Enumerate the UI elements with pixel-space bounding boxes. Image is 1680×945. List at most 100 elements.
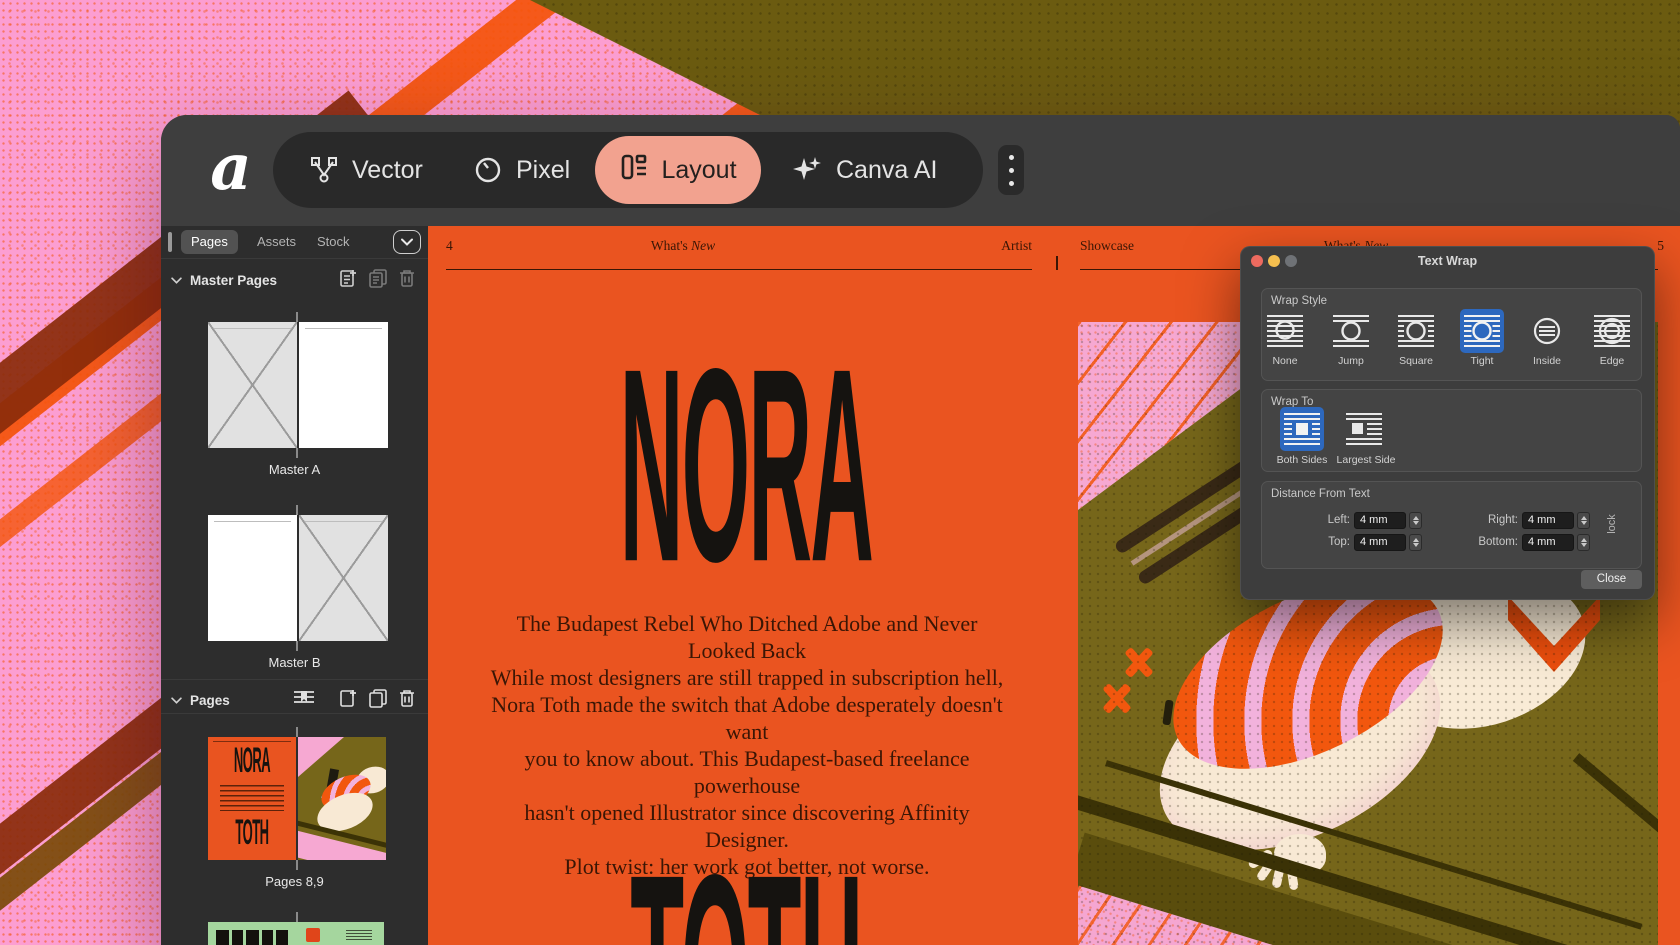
wrap-to-label: Largest Side — [1330, 454, 1402, 466]
group-label: Wrap Style — [1271, 295, 1327, 307]
persona-label: Layout — [661, 156, 736, 185]
wrap-style-square[interactable] — [1394, 309, 1438, 353]
distance-right-input[interactable]: 4 mm — [1522, 512, 1574, 529]
close-button[interactable]: Close — [1581, 570, 1642, 589]
divider — [161, 679, 428, 680]
add-page-icon[interactable] — [339, 268, 358, 288]
thumb-title-bottom: TOTH — [230, 812, 274, 854]
pixel-circle-icon — [473, 155, 503, 185]
lock-label: lock — [1606, 504, 1618, 544]
wrap-style-label: Jump — [1319, 355, 1383, 367]
chevron-down-icon — [171, 277, 182, 284]
master-page-right — [299, 515, 388, 641]
screenshot-stage: a Vector Pixel — [0, 0, 1680, 945]
distance-left-input[interactable]: 4 mm — [1354, 512, 1406, 529]
thumb-title-top: NORA — [230, 740, 274, 782]
distance-bottom-stepper[interactable] — [1577, 534, 1590, 551]
wrap-style-label: Square — [1384, 355, 1448, 367]
running-head-showcase: Showcase — [1080, 238, 1134, 254]
wrap-style-label: Inside — [1515, 355, 1579, 367]
master-b-thumbnail[interactable] — [208, 515, 388, 641]
distance-top-stepper[interactable] — [1409, 534, 1422, 551]
thumbnail-right-page — [298, 737, 386, 860]
duplicate-page-icon[interactable] — [368, 688, 388, 708]
master-b-label: Master B — [161, 655, 428, 670]
gutter-tick — [1056, 256, 1058, 270]
master-a-label: Master A — [161, 462, 428, 477]
distance-right-stepper[interactable] — [1577, 512, 1590, 529]
persona-label: Vector — [352, 156, 423, 185]
add-page-icon[interactable] — [339, 688, 358, 708]
running-head-artist: Artist — [882, 238, 1032, 254]
wrap-jump-icon — [1332, 312, 1370, 350]
wrap-style-edge[interactable] — [1590, 309, 1634, 353]
persona-pixel[interactable]: Pixel — [473, 132, 570, 208]
trash-icon[interactable] — [398, 688, 416, 708]
distance-left-stepper[interactable] — [1409, 512, 1422, 529]
master-page-right — [299, 322, 388, 448]
body-line: The Budapest Rebel Who Ditched Adobe and… — [487, 610, 1007, 664]
next-spread-thumbnail[interactable] — [208, 922, 384, 945]
tab-assets[interactable]: Assets — [247, 230, 306, 254]
thumbnail-left-page: NORA TOTH — [208, 737, 296, 860]
header-rule-left — [446, 269, 1032, 270]
rice-blob — [1127, 603, 1473, 892]
overflow-menu-button[interactable] — [998, 145, 1024, 195]
spread-tick — [296, 312, 298, 322]
panel-drag-handle[interactable] — [168, 232, 172, 252]
layout-frames-icon — [619, 152, 649, 189]
trash-icon[interactable] — [398, 268, 416, 288]
wrap-edge-icon — [1593, 312, 1631, 350]
running-head-left: What's New — [558, 238, 808, 254]
tab-pages[interactable]: Pages — [181, 230, 238, 254]
panel-tab-bar: Pages Assets Stock — [161, 226, 428, 259]
persona-vector[interactable]: Vector — [309, 132, 423, 208]
headline-toth[interactable]: TOTH — [609, 834, 884, 945]
distance-group: Distance From Text Left: 4 mm Right: 4 m… — [1261, 481, 1642, 569]
persona-canva-ai[interactable]: Canva AI — [791, 132, 937, 208]
toolbar: a Vector Pixel — [161, 115, 1680, 226]
wrap-both-sides-icon — [1283, 410, 1321, 448]
pages-8-9-thumbnail[interactable]: NORA TOTH — [208, 737, 386, 860]
distance-left-label: Left: — [1292, 514, 1350, 526]
section-title: Pages — [190, 693, 230, 708]
wrap-style-none[interactable] — [1263, 309, 1307, 353]
wrap-to-largest-side[interactable] — [1342, 407, 1386, 451]
apply-master-icon[interactable] — [293, 688, 315, 708]
wrap-style-inside[interactable] — [1525, 309, 1569, 353]
board-edge — [1105, 760, 1642, 929]
wrap-to-both-sides[interactable] — [1280, 407, 1324, 451]
headline-nora[interactable]: NORA — [609, 328, 884, 603]
wrap-style-label: Edge — [1580, 355, 1644, 367]
spread-tick — [296, 912, 298, 922]
dialog-title: Text Wrap — [1241, 254, 1654, 268]
persona-label: Canva AI — [836, 156, 937, 185]
master-a-thumbnail[interactable] — [208, 322, 388, 448]
wrap-style-tight[interactable] — [1460, 309, 1504, 353]
group-label: Distance From Text — [1271, 488, 1370, 500]
distance-bottom-input[interactable]: 4 mm — [1522, 534, 1574, 551]
page-number-left: 4 — [446, 238, 453, 254]
thumb-paragraph-lines — [220, 785, 284, 811]
wrap-style-jump[interactable] — [1329, 309, 1373, 353]
wrap-to-group: Wrap To Both Sides Largest Side — [1261, 389, 1642, 472]
distance-right-label: Right: — [1460, 514, 1518, 526]
divider — [161, 713, 428, 714]
x-stitch-mark — [1124, 647, 1153, 678]
persona-layout[interactable]: Layout — [595, 136, 761, 204]
tab-stock[interactable]: Stock — [307, 230, 360, 254]
persona-switcher: Vector Pixel Layou — [273, 132, 983, 208]
wrap-none-icon — [1266, 312, 1304, 350]
distance-top-input[interactable]: 4 mm — [1354, 534, 1406, 551]
affinity-logo[interactable]: a — [205, 133, 257, 203]
wrap-style-label: None — [1253, 355, 1317, 367]
duplicate-page-icon[interactable] — [368, 268, 388, 288]
distance-top-label: Top: — [1292, 536, 1350, 548]
panel-collapse-button[interactable] — [393, 230, 421, 254]
orange-garnish — [1508, 596, 1600, 677]
body-line: While most designers are still trapped i… — [487, 664, 1007, 691]
spread-tick — [296, 505, 298, 515]
wrap-largest-side-icon — [1345, 410, 1383, 448]
pink-wood-bottom — [1078, 886, 1653, 945]
spread-tick — [296, 448, 298, 458]
